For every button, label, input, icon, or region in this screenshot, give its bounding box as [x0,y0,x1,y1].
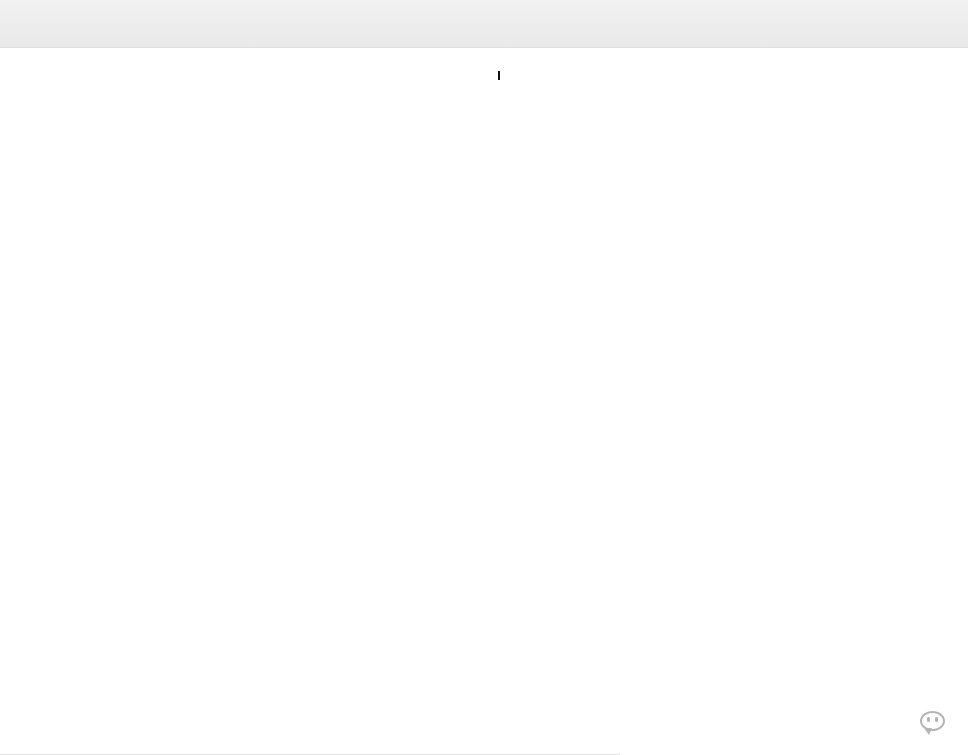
democrat-score [18,2,28,8]
senate-map-page [0,0,968,755]
seat-distribution-bar[interactable] [0,52,968,72]
us-senate-map[interactable] [0,182,968,742]
speech-bubble-icon [920,711,945,735]
majority-threshold-tick [498,71,500,80]
republican-score [942,2,952,8]
scoreboard-header [0,0,968,48]
watermark [920,711,952,735]
